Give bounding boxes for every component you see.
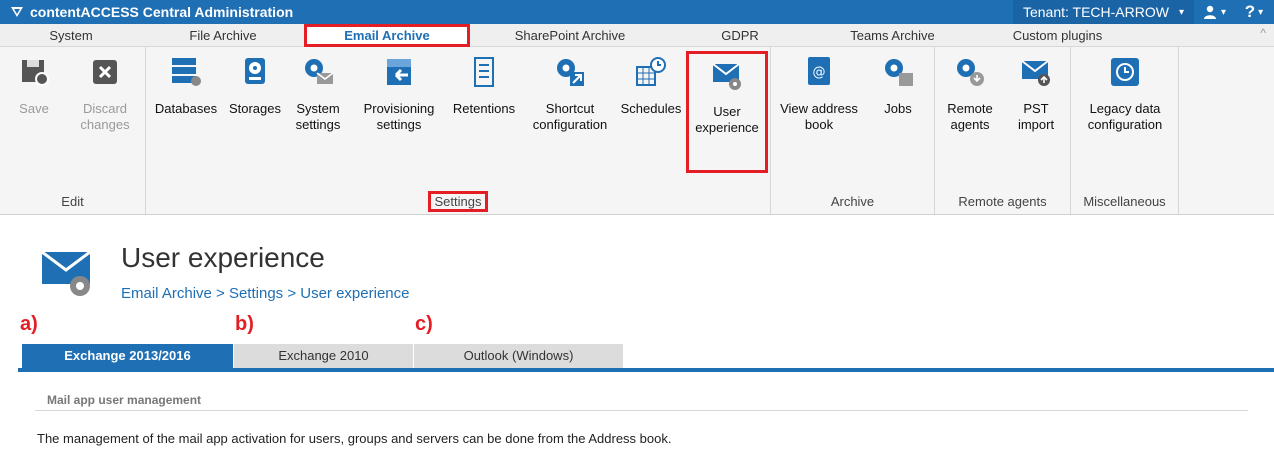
- tenant-selector[interactable]: Tenant: TECH-ARROW ▾: [1012, 0, 1194, 24]
- group-label-edit: Edit: [61, 194, 84, 209]
- section-title: Mail app user management: [47, 393, 202, 407]
- storages-button[interactable]: Storages: [224, 51, 286, 173]
- group-archive: @ View address book Jobs Archive: [771, 47, 935, 214]
- schedule-icon: [634, 55, 668, 89]
- collapse-ribbon-icon[interactable]: ^: [1260, 26, 1266, 40]
- tab-custom-plugins[interactable]: Custom plugins: [975, 24, 1140, 47]
- system-settings-button[interactable]: System settings: [286, 51, 350, 173]
- tab-outlook-windows[interactable]: Outlook (Windows): [414, 344, 624, 368]
- tab-email-archive[interactable]: Email Archive: [304, 24, 470, 47]
- page-header-icon: [40, 246, 96, 303]
- section-description: The management of the mail app activatio…: [37, 431, 672, 446]
- ribbon-tabs: System File Archive Email Archive ShareP…: [0, 24, 1274, 47]
- mail-gear-icon: [710, 58, 744, 92]
- tab-exchange-2010[interactable]: Exchange 2010: [234, 344, 414, 368]
- pst-import-icon: [1019, 55, 1053, 89]
- tab-file-archive[interactable]: File Archive: [142, 24, 304, 47]
- app-logo-icon: [11, 7, 23, 17]
- retentions-button[interactable]: Retentions: [448, 51, 520, 173]
- legacy-data-configuration-button[interactable]: Legacy data configuration: [1073, 51, 1177, 173]
- pst-import-button[interactable]: PST import: [1007, 51, 1065, 173]
- user-menu[interactable]: ▾: [1194, 0, 1234, 24]
- help-icon: ?: [1244, 2, 1256, 21]
- tab-gdpr[interactable]: GDPR: [670, 24, 810, 47]
- storage-icon: [238, 55, 272, 89]
- group-edit: Save Discard changes Edit: [0, 47, 146, 214]
- group-label-archive: Archive: [830, 194, 875, 209]
- group-settings: Databases Storages System settings Provi…: [146, 47, 771, 214]
- tab-sharepoint-archive[interactable]: SharePoint Archive: [470, 24, 670, 47]
- schedules-button[interactable]: Schedules: [618, 51, 684, 173]
- ribbon: Save Discard changes Edit Databases Stor…: [0, 47, 1274, 215]
- marker-b: b): [235, 313, 254, 335]
- chevron-down-icon: ▾: [1258, 6, 1264, 18]
- tab-exchange-2013-2016[interactable]: Exchange 2013/2016: [22, 344, 234, 368]
- address-book-icon: @: [802, 55, 836, 89]
- group-remote-agents: Remote agents PST import Remote agents: [935, 47, 1071, 214]
- tenant-label: Tenant: TECH-ARROW: [1022, 4, 1169, 20]
- remote-agent-icon: [953, 55, 987, 89]
- tab-teams-archive[interactable]: Teams Archive: [810, 24, 975, 47]
- app-title: contentACCESS Central Administration: [30, 4, 294, 20]
- shortcut-configuration-button[interactable]: Shortcut configuration: [522, 51, 618, 173]
- tab-system[interactable]: System: [0, 24, 142, 47]
- tab-underline: [18, 368, 1274, 372]
- provisioning-icon: [382, 55, 416, 89]
- view-address-book-button[interactable]: @ View address book: [775, 51, 863, 173]
- group-miscellaneous: Legacy data configuration Miscellaneous: [1071, 47, 1179, 214]
- group-label-settings: Settings: [146, 190, 770, 214]
- retention-icon: [467, 55, 501, 89]
- save-button[interactable]: Save: [14, 51, 54, 173]
- discard-changes-button[interactable]: Discard changes: [72, 51, 138, 173]
- remote-agents-button[interactable]: Remote agents: [939, 51, 1001, 173]
- legacy-data-icon: [1108, 55, 1142, 89]
- page-title: User experience: [121, 242, 325, 273]
- svg-text:@: @: [813, 65, 826, 80]
- provisioning-settings-button[interactable]: Provisioning settings: [350, 51, 448, 173]
- group-label-remote-agents: Remote agents: [958, 194, 1047, 209]
- chevron-down-icon: ▾: [1220, 6, 1227, 18]
- marker-c: c): [415, 313, 433, 335]
- jobs-button[interactable]: Jobs: [869, 51, 927, 173]
- discard-icon: [88, 55, 122, 89]
- databases-button[interactable]: Databases: [150, 51, 222, 173]
- marker-a: a): [20, 313, 38, 335]
- help-menu[interactable]: ? ▾: [1234, 0, 1274, 24]
- breadcrumb: Email Archive > Settings > User experien…: [121, 285, 410, 302]
- shortcut-gear-icon: [553, 55, 587, 89]
- group-label-miscellaneous: Miscellaneous: [1083, 194, 1166, 209]
- chevron-down-icon: ▾: [1178, 6, 1184, 18]
- user-icon: [1203, 5, 1216, 19]
- user-experience-button[interactable]: User experience: [686, 51, 768, 173]
- section-divider: [35, 410, 1248, 411]
- jobs-gear-icon: [881, 55, 915, 89]
- title-bar: contentACCESS Central Administration Ten…: [0, 0, 1274, 24]
- mail-settings-icon: [41, 250, 91, 296]
- settings-mail-icon: [301, 55, 335, 89]
- save-icon: [17, 55, 51, 89]
- database-icon: [169, 55, 203, 89]
